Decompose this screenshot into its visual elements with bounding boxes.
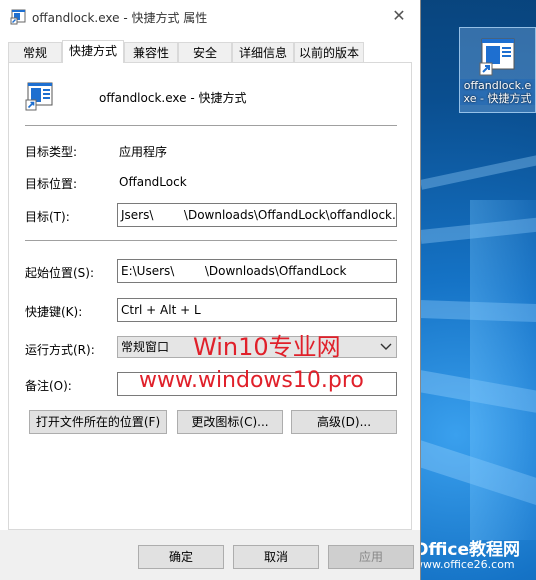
open-file-location-button[interactable]: 打开文件所在的位置(F) xyxy=(29,410,167,434)
target-input[interactable]: Jsers\ \Downloads\OffandLock\offandlock.… xyxy=(117,203,397,227)
tab-compatibility[interactable]: 兼容性 xyxy=(124,42,178,62)
comment-label: 备注(O): xyxy=(25,379,72,393)
close-icon: ✕ xyxy=(392,6,406,25)
application-window-icon xyxy=(478,37,518,77)
cancel-button[interactable]: 取消 xyxy=(233,545,319,569)
window-app-icon xyxy=(10,9,26,25)
start-in-label: 起始位置(S): xyxy=(25,266,95,280)
tab-general[interactable]: 常规 xyxy=(8,42,62,62)
hotkey-label: 快捷键(K): xyxy=(25,305,83,319)
apply-button[interactable]: 应用 xyxy=(328,545,414,569)
ok-button[interactable]: 确定 xyxy=(138,545,224,569)
divider xyxy=(25,240,397,241)
desktop-shortcut-icon[interactable]: offandlock.exe - 快捷方式 xyxy=(459,27,536,113)
target-type-label: 目标类型: xyxy=(25,145,78,159)
target-location-value: OffandLock xyxy=(119,175,187,189)
url-watermark: www.windows10.pro xyxy=(139,368,364,393)
target-type-value: 应用程序 xyxy=(119,145,168,159)
target-label: 目标(T): xyxy=(25,210,70,224)
shortcut-tab-panel: offandlock.exe - 快捷方式 目标类型: 应用程序 目标位置: O… xyxy=(8,62,412,530)
advanced-button[interactable]: 高级(D)... xyxy=(291,410,397,434)
tab-previous-versions[interactable]: 以前的版本 xyxy=(294,42,364,62)
run-label: 运行方式(R): xyxy=(25,343,95,357)
window-title: offandlock.exe - 快捷方式 属性 xyxy=(32,11,208,25)
close-button[interactable]: ✕ xyxy=(386,4,412,28)
title-bar[interactable]: offandlock.exe - 快捷方式 属性 ✕ xyxy=(0,0,420,34)
desktop-shortcut-label: offandlock.exe - 快捷方式 xyxy=(460,79,535,105)
tab-security[interactable]: 安全 xyxy=(178,42,232,62)
dialog-button-bar: 确定 取消 应用 xyxy=(0,530,420,580)
change-icon-button[interactable]: 更改图标(C)... xyxy=(177,410,283,434)
shortcut-name: offandlock.exe - 快捷方式 xyxy=(99,91,247,105)
target-location-label: 目标位置: xyxy=(25,177,78,191)
tab-shortcut[interactable]: 快捷方式 xyxy=(62,40,124,63)
win10-watermark: Win10专业网 xyxy=(193,333,341,361)
office-brand-text: Office教程网 xyxy=(414,540,521,560)
office-url-text: www.office26.com xyxy=(414,558,515,571)
hotkey-input[interactable]: Ctrl + Alt + L xyxy=(117,298,397,322)
run-select-value: 常规窗口 xyxy=(121,340,170,354)
shortcut-app-icon xyxy=(25,82,53,111)
chevron-down-icon xyxy=(380,343,392,350)
properties-dialog: offandlock.exe - 快捷方式 属性 ✕ 常规 快捷方式 兼容性 安… xyxy=(0,0,421,580)
start-in-input[interactable]: E:\Users\ \Downloads\OffandLock xyxy=(117,259,397,283)
divider xyxy=(25,125,397,126)
tab-details[interactable]: 详细信息 xyxy=(232,42,294,62)
